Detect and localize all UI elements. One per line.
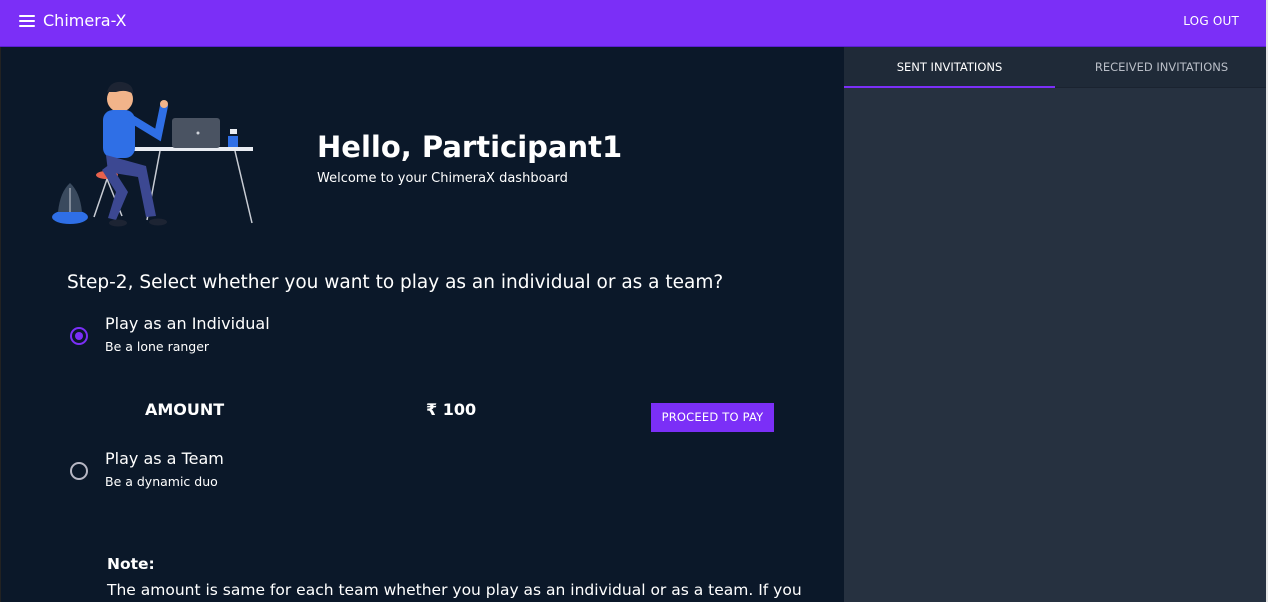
greeting-subtitle: Welcome to your ChimeraX dashboard xyxy=(317,171,568,186)
step-question: Step-2, Select whether you want to play … xyxy=(67,272,724,293)
invitations-tabs: SENT INVITATIONS RECEIVED INVITATIONS xyxy=(844,47,1268,88)
amount-value: ₹ 100 xyxy=(426,400,477,419)
individual-radio[interactable] xyxy=(70,327,88,345)
tab-received-invitations[interactable]: RECEIVED INVITATIONS xyxy=(1055,47,1268,88)
team-option-title[interactable]: Play as a Team xyxy=(105,449,224,468)
amount-label: AMOUNT xyxy=(145,400,225,419)
note-text: The amount is same for each team whether… xyxy=(107,581,802,599)
logout-button[interactable]: LOG OUT xyxy=(1183,14,1239,28)
team-radio[interactable] xyxy=(70,462,88,480)
greeting-title: Hello, Participant1 xyxy=(317,130,623,164)
hamburger-menu-icon[interactable] xyxy=(19,15,35,27)
tab-sent-invitations[interactable]: SENT INVITATIONS xyxy=(844,47,1055,88)
app-title: Chimera-X xyxy=(43,11,127,30)
app-bar: Chimera-X LOG OUT xyxy=(0,0,1268,47)
individual-option-title[interactable]: Play as an Individual xyxy=(105,314,270,333)
proceed-to-pay-button[interactable]: PROCEED TO PAY xyxy=(651,403,774,432)
individual-option-subtitle: Be a lone ranger xyxy=(105,339,210,354)
team-option-subtitle: Be a dynamic duo xyxy=(105,474,218,489)
invitations-panel: SENT INVITATIONS RECEIVED INVITATIONS xyxy=(844,47,1268,602)
person-at-desk-illustration xyxy=(52,81,253,227)
note-title: Note: xyxy=(107,555,155,573)
